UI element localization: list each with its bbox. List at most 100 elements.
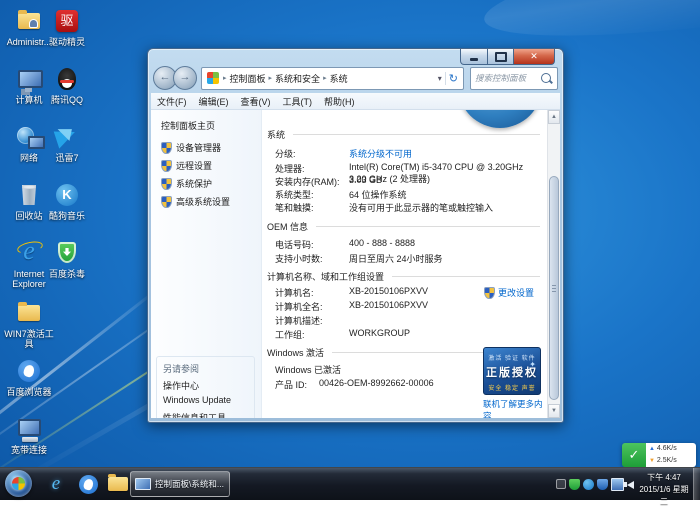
net-speed-panel: ▲ 4.6K/s ▼ 2.5K/s: [646, 443, 696, 467]
sidebar-item-advanced-settings[interactable]: 高级系统设置: [161, 195, 230, 208]
row-phone: 电话号码: 400 - 888 - 8888: [275, 238, 540, 251]
taskbar-explorer[interactable]: [104, 471, 132, 497]
sidebar: 控制面板主页 设备管理器 远程设置 系统保护 高级系统设置: [151, 110, 262, 418]
change-settings-link[interactable]: 更改设置: [484, 286, 534, 299]
download-speed: 2.5K/s: [657, 457, 677, 464]
upload-arrow-icon: ▲: [649, 446, 655, 452]
scroll-down-icon: ▼: [551, 408, 557, 414]
taskbar-clock[interactable]: 下午 4:47 2015/1/6 星期二: [638, 472, 690, 508]
forward-icon: →: [180, 71, 191, 83]
forward-button[interactable]: →: [173, 66, 197, 90]
desktop-icon-xunlei[interactable]: 迅雷7: [40, 124, 94, 163]
system-properties-window: ✕ ← → ▸ 控制面板 ▸ 系统和安全 ▸ 系统 ▾ ↻: [147, 48, 564, 423]
baidu-browser-icon: [79, 475, 98, 494]
uac-shield-icon: [161, 142, 172, 154]
desktop-icon-kugou[interactable]: K 酷狗音乐: [40, 182, 94, 221]
breadcrumb-system-security[interactable]: 系统和安全: [273, 72, 322, 85]
tray-overflow-button[interactable]: [556, 479, 566, 489]
task-label: 控制面板\系统和...: [155, 478, 224, 490]
broadband-connection-icon: [18, 419, 41, 436]
desktop-icon-qq[interactable]: 腾讯QQ: [40, 66, 94, 105]
taskbar-baidu-browser[interactable]: [74, 471, 102, 497]
refresh-icon[interactable]: ↻: [445, 72, 461, 85]
taskbar-active-window[interactable]: 控制面板\系统和...: [130, 471, 230, 497]
section-header: Windows 激活: [267, 346, 324, 359]
icon-label: 百度浏览器: [2, 387, 56, 397]
qq-penguin-icon: [58, 68, 76, 90]
sidebar-item-performance-tools[interactable]: 性能信息和工具: [163, 411, 226, 418]
download-arrow-icon: ▼: [649, 458, 655, 464]
xunlei-bird-icon: [54, 125, 79, 148]
menu-tools[interactable]: 工具(T): [283, 95, 313, 108]
section-system: 系统: [267, 128, 540, 141]
search-input[interactable]: [471, 73, 539, 83]
clock-date: 2015/1/6 星期二: [638, 484, 690, 508]
sidebar-item-label: 设备管理器: [176, 141, 221, 154]
recycle-bin-icon: [21, 185, 37, 205]
desktop-icon-driver-genius[interactable]: 驱 驱动精灵: [40, 8, 94, 47]
menu-bar: 文件(F) 编辑(E) 查看(V) 工具(T) 帮助(H): [151, 93, 560, 110]
scroll-up-button[interactable]: ▲: [548, 110, 560, 124]
menu-file[interactable]: 文件(F): [157, 95, 187, 108]
see-also-header: 另请参阅: [163, 364, 199, 374]
breadcrumb-control-panel[interactable]: 控制面板: [228, 72, 268, 85]
section-header: OEM 信息: [267, 220, 308, 233]
minimize-button[interactable]: [460, 49, 488, 65]
sidebar-item-device-manager[interactable]: 设备管理器: [161, 141, 221, 154]
address-bar[interactable]: ▸ 控制面板 ▸ 系统和安全 ▸ 系统 ▾ ↻: [201, 67, 464, 90]
section-header: 计算机名称、域和工作组设置: [267, 270, 384, 283]
tray-kugou-icon[interactable]: [583, 479, 594, 490]
scroll-down-button[interactable]: ▼: [548, 404, 560, 418]
genuine-windows-badge[interactable]: 激活 验证 软件 正版授权 安全 稳定 声誉 ✦: [483, 347, 541, 395]
desktop-icon-baidu-browser[interactable]: 百度浏览器: [2, 358, 56, 397]
desktop-icon-win7-activation-tools[interactable]: WIN7激活工具: [2, 300, 56, 349]
sidebar-item-action-center[interactable]: 操作中心: [163, 379, 199, 392]
close-button[interactable]: ✕: [514, 49, 555, 65]
sidebar-item-label: 系统保护: [176, 177, 212, 190]
tray-antivirus-icon[interactable]: [569, 479, 580, 490]
row-computer-description: 计算机描述:: [275, 314, 540, 327]
row-support-hours: 支持小时数: 周日至周六 24小时服务: [275, 252, 540, 265]
tray-volume-icon[interactable]: [627, 481, 634, 489]
menu-help[interactable]: 帮助(H): [324, 95, 355, 108]
breadcrumb-system[interactable]: 系统: [328, 72, 350, 85]
rating-unavailable-link[interactable]: 系统分级不可用: [349, 147, 412, 160]
section-header: 系统: [267, 128, 285, 141]
menu-view[interactable]: 查看(V): [241, 95, 271, 108]
folder-icon: [18, 305, 40, 321]
sidebar-item-control-panel-home[interactable]: 控制面板主页: [161, 119, 215, 132]
icon-label: 宽带连接: [2, 445, 56, 455]
uac-shield-icon: [161, 160, 172, 172]
navigation-bar: ← → ▸ 控制面板 ▸ 系统和安全 ▸ 系统 ▾ ↻: [153, 66, 558, 90]
desktop-icon-broadband[interactable]: 宽带连接: [2, 416, 56, 455]
clock-time: 下午 4:47: [638, 472, 690, 484]
show-desktop-button[interactable]: [693, 468, 700, 500]
icon-label: 酷狗音乐: [40, 211, 94, 221]
sidebar-item-windows-update[interactable]: Windows Update: [163, 395, 231, 405]
security-speed-widget[interactable]: ✓ ▲ 4.6K/s ▼ 2.5K/s: [622, 443, 696, 467]
start-button[interactable]: [5, 470, 32, 497]
taskbar-ie[interactable]: e: [42, 471, 70, 497]
address-dropdown-icon[interactable]: ▾: [435, 74, 445, 83]
row-pen-touch: 笔和触摸: 没有可用于此显示器的笔或触控输入: [275, 201, 540, 214]
control-panel-icon: [207, 72, 219, 84]
sidebar-item-label: 远程设置: [176, 159, 212, 172]
tray-security-icon[interactable]: [597, 479, 608, 490]
close-icon: ✕: [530, 51, 538, 62]
scrollbar-thumb[interactable]: [549, 176, 559, 400]
desktop-icon-baidu-antivirus[interactable]: 百度杀毒: [40, 240, 94, 279]
sidebar-item-remote-settings[interactable]: 远程设置: [161, 159, 212, 172]
sidebar-item-system-protection[interactable]: 系统保护: [161, 177, 212, 190]
row-ram: 安装内存(RAM): 3.03 GB: [275, 175, 540, 188]
scroll-up-icon: ▲: [551, 114, 557, 120]
section-computer-name: 计算机名称、域和工作组设置: [267, 270, 540, 283]
icon-label: WIN7激活工具: [2, 329, 56, 349]
search-icon[interactable]: [541, 73, 551, 83]
menu-edit[interactable]: 编辑(E): [199, 95, 229, 108]
taskbar: e 控制面板\系统和... 下午 4:47 2015/1/6 星期二: [0, 467, 700, 500]
learn-more-online-link[interactable]: 联机了解更多内容...: [483, 398, 548, 418]
search-box[interactable]: [470, 67, 558, 90]
maximize-button[interactable]: [488, 49, 514, 65]
windows-logo-circle: [458, 110, 542, 128]
vertical-scrollbar[interactable]: ▲ ▼: [547, 110, 560, 418]
